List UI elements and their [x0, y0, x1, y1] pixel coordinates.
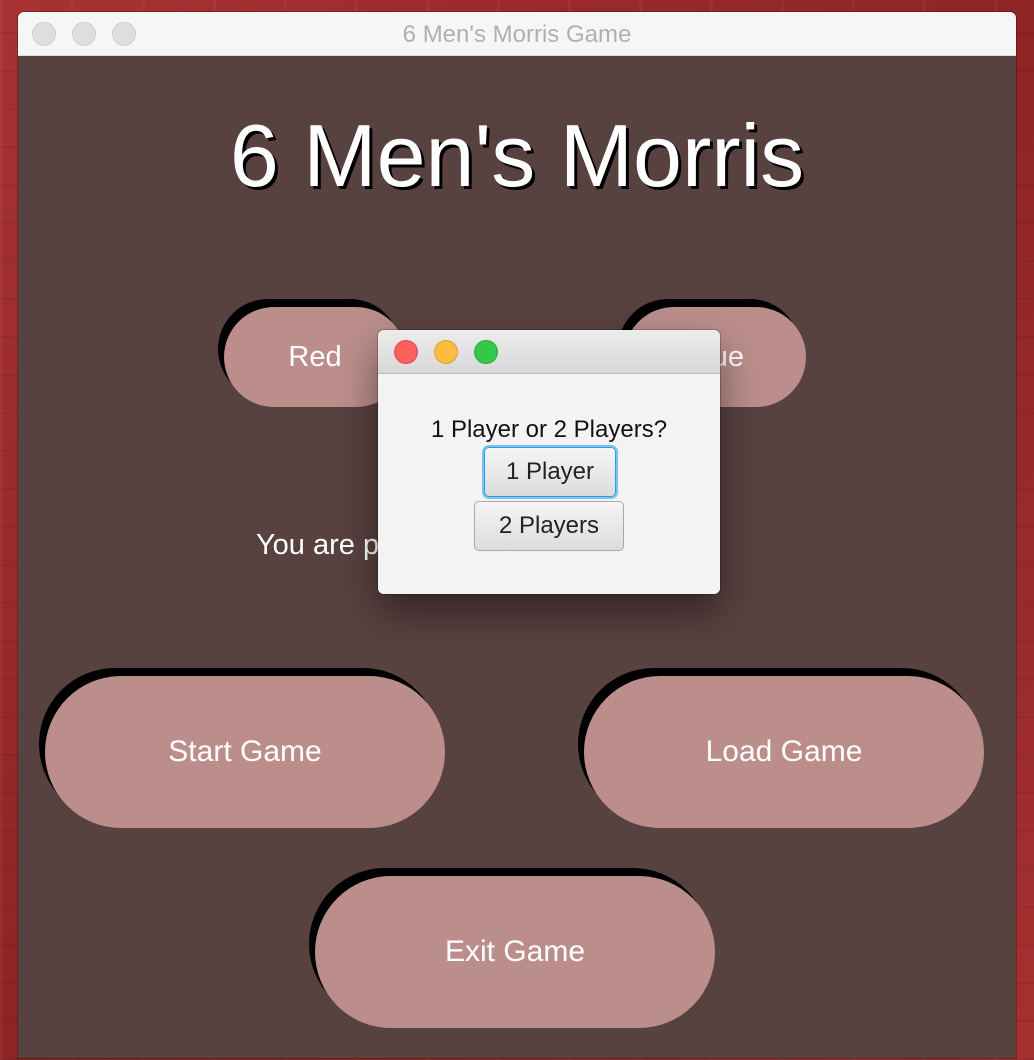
- window-title: 6 Men's Morris Game: [402, 21, 632, 48]
- one-player-button[interactable]: 1 Player: [484, 447, 616, 497]
- minimize-icon[interactable]: [434, 340, 458, 364]
- player-count-dialog: 1 Player or 2 Players? 1 Player 2 Player…: [378, 330, 720, 594]
- exit-game-label: Exit Game: [444, 935, 586, 968]
- dialog-body: 1 Player or 2 Players? 1 Player 2 Player…: [378, 374, 720, 594]
- window-titlebar[interactable]: 6 Men's Morris Game: [18, 12, 1016, 56]
- two-players-button[interactable]: 2 Players: [474, 501, 624, 551]
- start-game-button[interactable]: Start Game: [45, 676, 445, 828]
- dialog-question: 1 Player or 2 Players?: [430, 416, 668, 443]
- exit-game-button[interactable]: Exit Game: [315, 876, 715, 1028]
- zoom-icon[interactable]: [474, 340, 498, 364]
- close-icon[interactable]: [394, 340, 418, 364]
- load-game-button[interactable]: Load Game: [584, 676, 984, 828]
- dialog-titlebar[interactable]: [378, 330, 720, 374]
- start-game-label: Start Game: [168, 735, 322, 768]
- load-game-label: Load Game: [705, 735, 863, 768]
- red-button-label: Red: [288, 340, 342, 373]
- game-title: 6 Men's Morris: [229, 106, 805, 205]
